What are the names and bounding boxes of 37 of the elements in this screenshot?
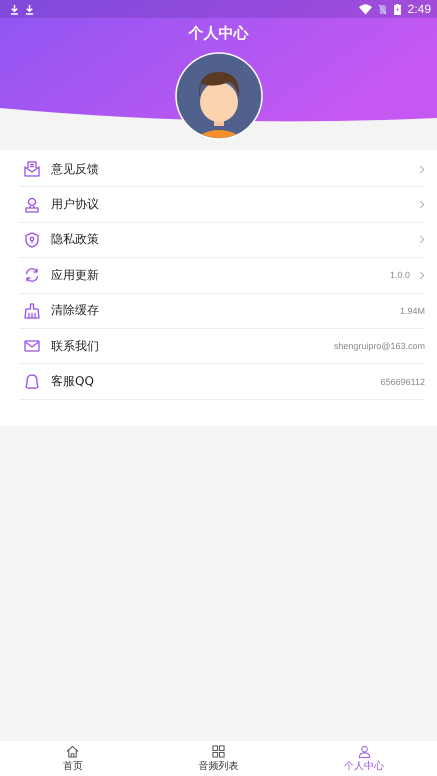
download-icon (10, 4, 19, 14)
menu-label: 用户协议 (51, 196, 100, 214)
menu-item[interactable]: 联系我们 shengruipro@163.com (20, 328, 425, 364)
status-time: 2:49 (408, 2, 431, 16)
menu-value: 1.94M (400, 306, 425, 316)
no-sim-icon (378, 4, 387, 14)
broom-icon (24, 302, 40, 319)
menu-item[interactable]: 隐私政策 (20, 222, 425, 258)
menu-label: 清除缓存 (51, 302, 100, 320)
mail-icon (24, 161, 40, 178)
user-icon (24, 196, 40, 213)
menu-value: shengruipro@163.com (334, 341, 425, 352)
menu-label: 客服QQ (51, 373, 95, 390)
menu-label: 应用更新 (51, 266, 100, 284)
nav-tab[interactable]: 首页 (0, 741, 146, 776)
envelope-icon (24, 338, 40, 354)
menu-item[interactable]: 用户协议 (20, 187, 425, 223)
qq-icon (24, 374, 40, 390)
menu-item[interactable]: 意见反馈 (20, 152, 425, 188)
refresh-icon (24, 267, 40, 284)
menu-item[interactable]: 应用更新 1.0.0 (20, 258, 425, 294)
wifi-icon (358, 4, 372, 14)
nav-tab[interactable]: 个人中心 (291, 741, 437, 776)
menu-item[interactable]: 客服QQ 656696112 (20, 364, 425, 400)
download-icon (25, 4, 34, 14)
home-icon (66, 744, 80, 758)
menu-label: 隐私政策 (51, 231, 100, 248)
menu-item[interactable]: 清除缓存 1.94M (20, 294, 425, 329)
menu-value: 656696112 (380, 376, 425, 387)
shield-icon (24, 232, 40, 248)
grid-icon (212, 744, 225, 758)
menu-label: 联系我们 (51, 338, 100, 355)
menu-value: 1.0.0 (390, 270, 410, 280)
nav-tab[interactable]: 音频列表 (146, 741, 292, 776)
menu-label: 意见反馈 (51, 160, 100, 178)
page-title: 个人中心 (187, 24, 250, 43)
person-icon (358, 744, 371, 758)
